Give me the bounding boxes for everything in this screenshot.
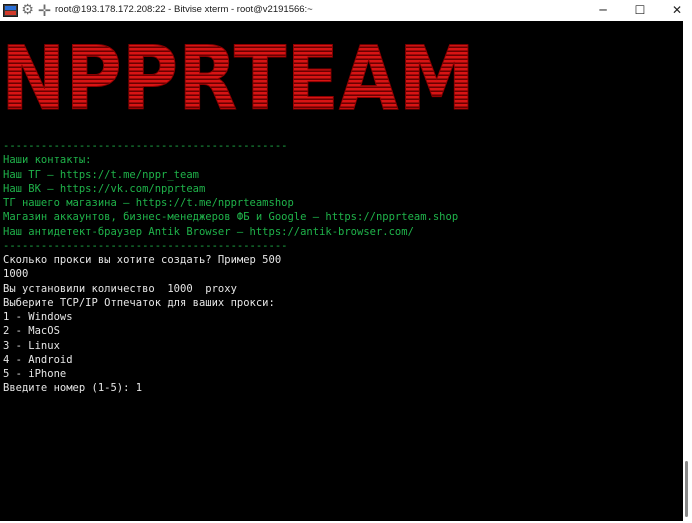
terminal-line: Выберите TCP/IP Отпечаток для ваших прок… — [3, 296, 275, 309]
terminal-app-icon[interactable] — [3, 3, 18, 18]
window-title: root@193.178.172.208:22 - Bitvise xterm … — [55, 4, 313, 15]
terminal-line: ----------------------------------------… — [3, 140, 288, 152]
terminal-line: 3 - Linux — [3, 339, 60, 352]
terminal-line: ТГ нашего магазина — https://t.me/npprte… — [3, 197, 294, 209]
terminal-line: Введите номер (1-5): 1 — [3, 382, 143, 395]
title-bar[interactable]: ⚙ ✛ root@193.178.172.208:22 - Bitvise xt… — [0, 0, 692, 21]
terminal-output[interactable]: NPPRTEAM -------------------------------… — [0, 21, 683, 521]
terminal-line: Вы установили количество 1000 proxy — [3, 282, 237, 295]
terminal-line: Наши контакты: — [3, 154, 92, 167]
terminal-line: Магазин аккаунтов, бизнес-менеджеров ФБ … — [3, 211, 459, 224]
vertical-scrollbar[interactable] — [683, 21, 692, 523]
terminal-line: 1 - Windows — [3, 311, 73, 323]
terminal-line: ----------------------------------------… — [3, 239, 288, 252]
terminal-window: ⚙ ✛ root@193.178.172.208:22 - Bitvise xt… — [0, 0, 692, 523]
terminal-line: Наш антидетект-браузер Antik Browser — h… — [3, 225, 414, 238]
terminal-line: Сколько прокси вы хотите создать? Пример… — [3, 254, 282, 266]
gear-icon[interactable]: ⚙ — [20, 3, 35, 18]
terminal-line: Наш ВК — https://vk.com/npprteam — [3, 182, 206, 195]
banner-text: NPPRTEAM — [1, 36, 475, 116]
terminal-line: 5 - iPhone — [3, 368, 67, 380]
terminal-lines: ----------------------------------------… — [3, 139, 458, 396]
plus-icon[interactable]: ✛ — [37, 3, 52, 19]
terminal-line: 4 - Android — [3, 353, 73, 366]
terminal-line: Наш ТГ — https://t.me/nppr_team — [3, 168, 199, 181]
terminal-line: 1000 — [3, 268, 29, 281]
close-button[interactable]: ✕ — [654, 0, 692, 21]
npprteam-banner: NPPRTEAM — [1, 36, 476, 116]
terminal-line: 2 - MacOS — [3, 325, 60, 338]
scrollbar-thumb[interactable] — [685, 461, 688, 517]
